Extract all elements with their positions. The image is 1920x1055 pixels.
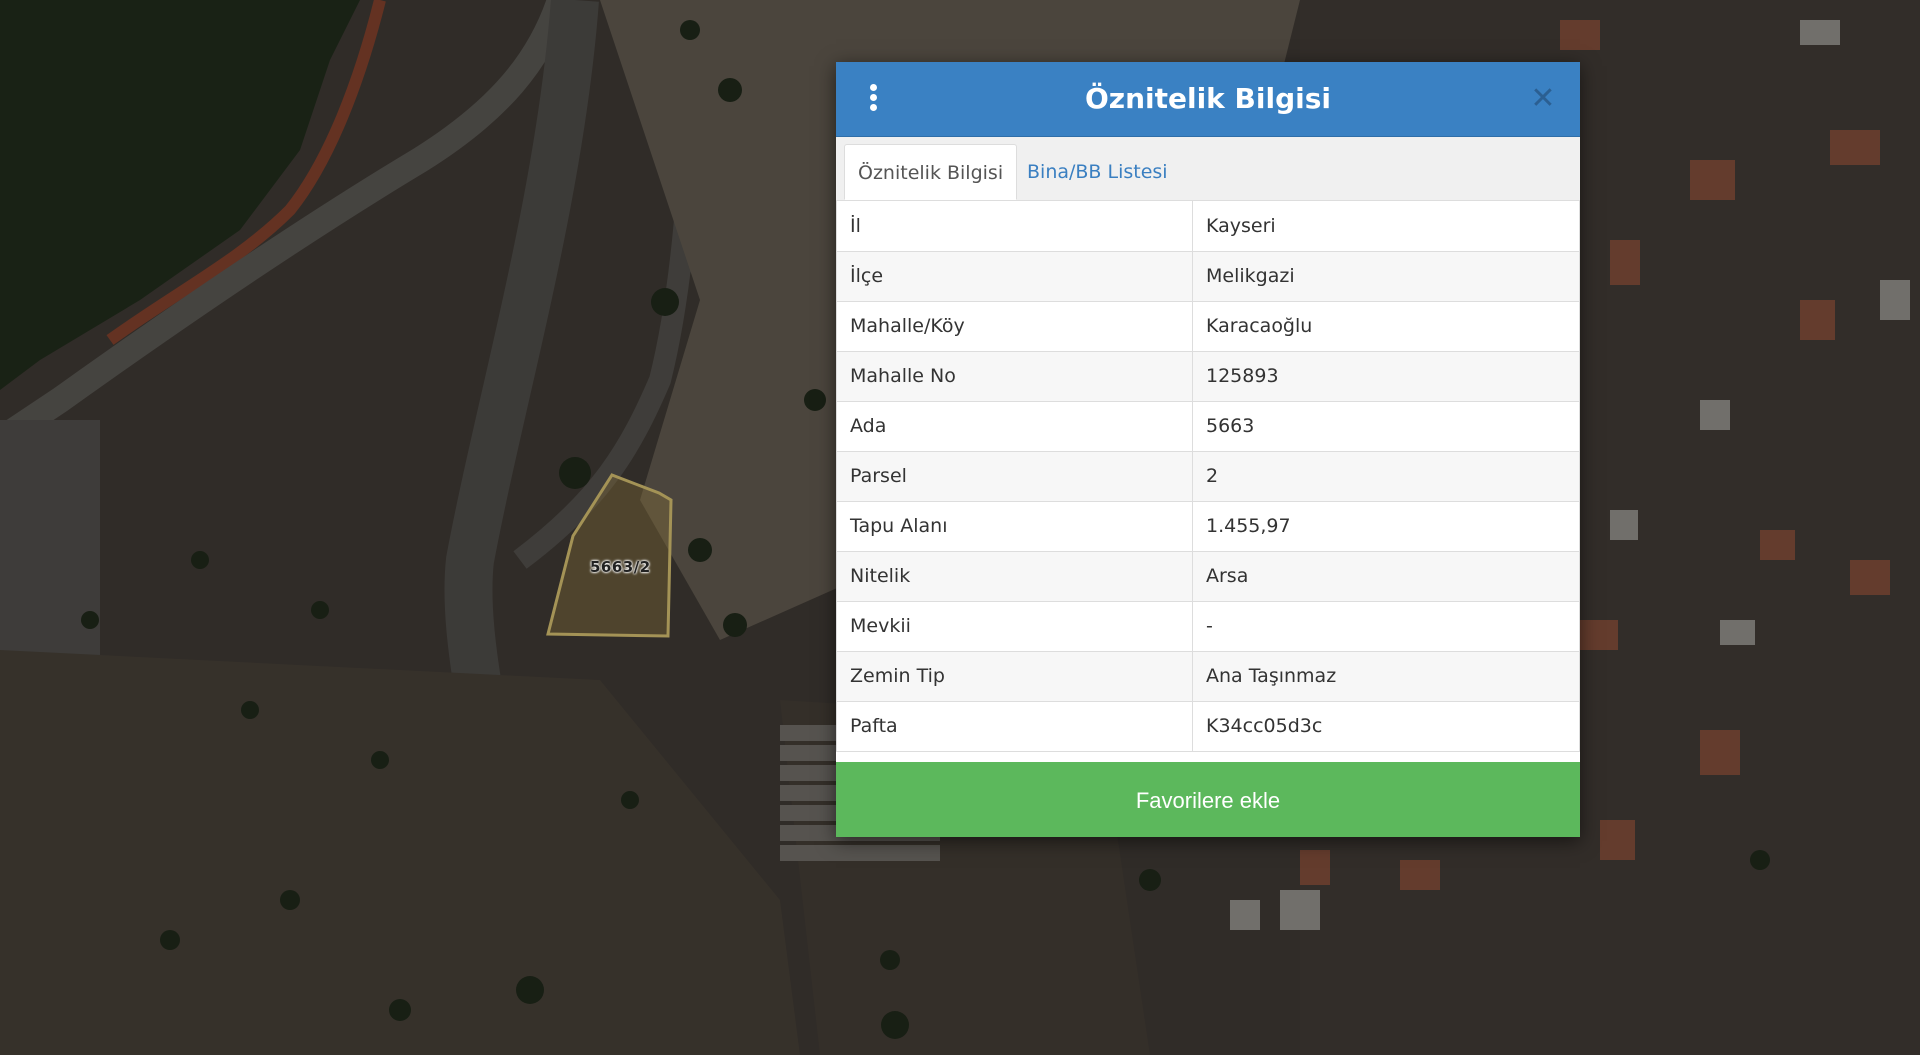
table-row: Parsel 2 — [836, 450, 1580, 502]
attribute-value: 5663 — [1192, 400, 1580, 452]
tab-attribute-info[interactable]: Öznitelik Bilgisi — [844, 144, 1018, 200]
table-row: Ada 5663 — [836, 400, 1580, 452]
dialog-title: Öznitelik Bilgisi — [1084, 82, 1331, 115]
table-row: Mahalle No 125893 — [836, 350, 1580, 402]
table-row: Pafta K34cc05d3c — [836, 700, 1580, 752]
attribute-value: 2 — [1192, 450, 1580, 502]
attribute-value: Ana Taşınmaz — [1192, 650, 1580, 702]
attribute-value: Melikgazi — [1192, 250, 1580, 302]
table-row: Tapu Alanı 1.455,97 — [836, 500, 1580, 552]
attribute-value: Arsa — [1192, 550, 1580, 602]
table-row: Mahalle/Köy Karacaoğlu — [836, 300, 1580, 352]
table-row: Zemin Tip Ana Taşınmaz — [836, 650, 1580, 702]
attribute-table: İl Kayseri İlçe Melikgazi Mahalle/Köy Ka… — [836, 201, 1580, 752]
table-row: Nitelik Arsa — [836, 550, 1580, 602]
attribute-key: Mahalle/Köy — [836, 300, 1193, 352]
attribute-key: İl — [836, 201, 1193, 252]
parcel-label[interactable]: 5663/2 — [590, 558, 651, 576]
attribute-key: Pafta — [836, 700, 1193, 752]
attribute-key: İlçe — [836, 250, 1193, 302]
attribute-key: Parsel — [836, 450, 1193, 502]
add-to-favorites-button[interactable]: Favorilere ekle — [836, 762, 1580, 837]
attribute-value: - — [1192, 600, 1580, 652]
attribute-value: Kayseri — [1192, 201, 1580, 252]
attribute-key: Nitelik — [836, 550, 1193, 602]
attribute-value: 1.455,97 — [1192, 500, 1580, 552]
table-row: İl Kayseri — [836, 201, 1580, 252]
close-icon[interactable]: ✕ — [1530, 82, 1556, 116]
attribute-key: Mevkii — [836, 600, 1193, 652]
attribute-value: Karacaoğlu — [1192, 300, 1580, 352]
attribute-key: Ada — [836, 400, 1193, 452]
dialog-header: Öznitelik Bilgisi ✕ — [836, 62, 1580, 137]
attribute-key: Tapu Alanı — [836, 500, 1193, 552]
attribute-key: Zemin Tip — [836, 650, 1193, 702]
table-row: Mevkii - — [836, 600, 1580, 652]
table-row: İlçe Melikgazi — [836, 250, 1580, 302]
attribute-key: Mahalle No — [836, 350, 1193, 402]
attribute-dialog: Öznitelik Bilgisi ✕ Öznitelik Bilgisi Bi… — [836, 62, 1580, 837]
attribute-value: K34cc05d3c — [1192, 700, 1580, 752]
tab-bar: Öznitelik Bilgisi Bina/BB Listesi — [836, 137, 1580, 201]
tab-building-list[interactable]: Bina/BB Listesi — [1014, 144, 1181, 200]
attribute-value: 125893 — [1192, 350, 1580, 402]
